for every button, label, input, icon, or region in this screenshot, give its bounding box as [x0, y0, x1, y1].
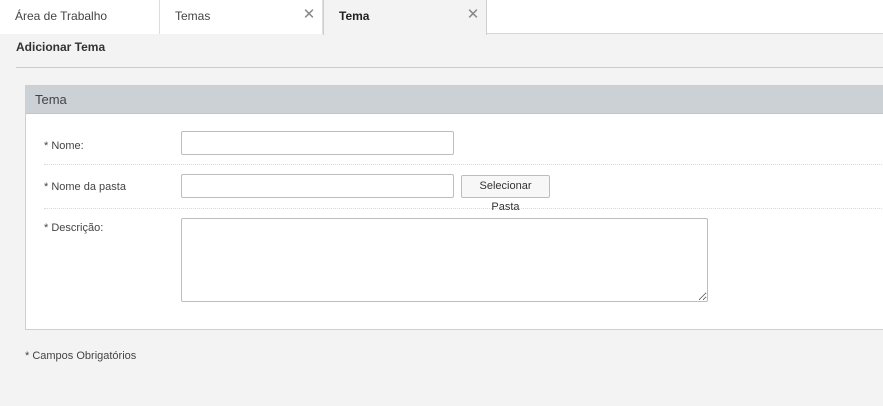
- title-divider: [16, 67, 883, 68]
- selecionar-pasta-button[interactable]: Selecionar Pasta: [461, 175, 550, 213]
- form-row-descricao: * Descrição:: [44, 209, 883, 309]
- tab-temas[interactable]: Temas ✕: [160, 0, 323, 34]
- descricao-textarea[interactable]: [181, 218, 708, 302]
- nome-da-pasta-input[interactable]: [181, 174, 454, 198]
- nome-da-pasta-label: * Nome da pasta: [44, 181, 126, 193]
- nome-input[interactable]: [181, 131, 454, 155]
- form-row-nome: * Nome:: [44, 115, 883, 165]
- descricao-label: * Descrição:: [44, 222, 104, 234]
- tab-area-de-trabalho[interactable]: Área de Trabalho: [0, 0, 160, 34]
- page-title: Adicionar Tema: [16, 40, 106, 54]
- panel-header: Tema: [26, 86, 883, 114]
- nome-label: * Nome:: [44, 140, 84, 152]
- close-icon[interactable]: ✕: [302, 0, 316, 33]
- tab-label: Temas: [175, 9, 211, 23]
- close-icon[interactable]: ✕: [466, 0, 480, 33]
- tab-label: Tema: [339, 9, 370, 23]
- tab-label: Área de Trabalho: [15, 9, 108, 23]
- tab-bar: Área de Trabalho Temas ✕ Tema ✕: [0, 0, 883, 35]
- form-row-nome-da-pasta: * Nome da pasta Selecionar Pasta: [44, 165, 883, 213]
- tema-panel: Tema * Nome: * Nome da pasta Selecionar …: [25, 85, 883, 330]
- tab-tema[interactable]: Tema ✕: [323, 0, 487, 35]
- required-fields-note: * Campos Obrigatórios: [25, 350, 137, 362]
